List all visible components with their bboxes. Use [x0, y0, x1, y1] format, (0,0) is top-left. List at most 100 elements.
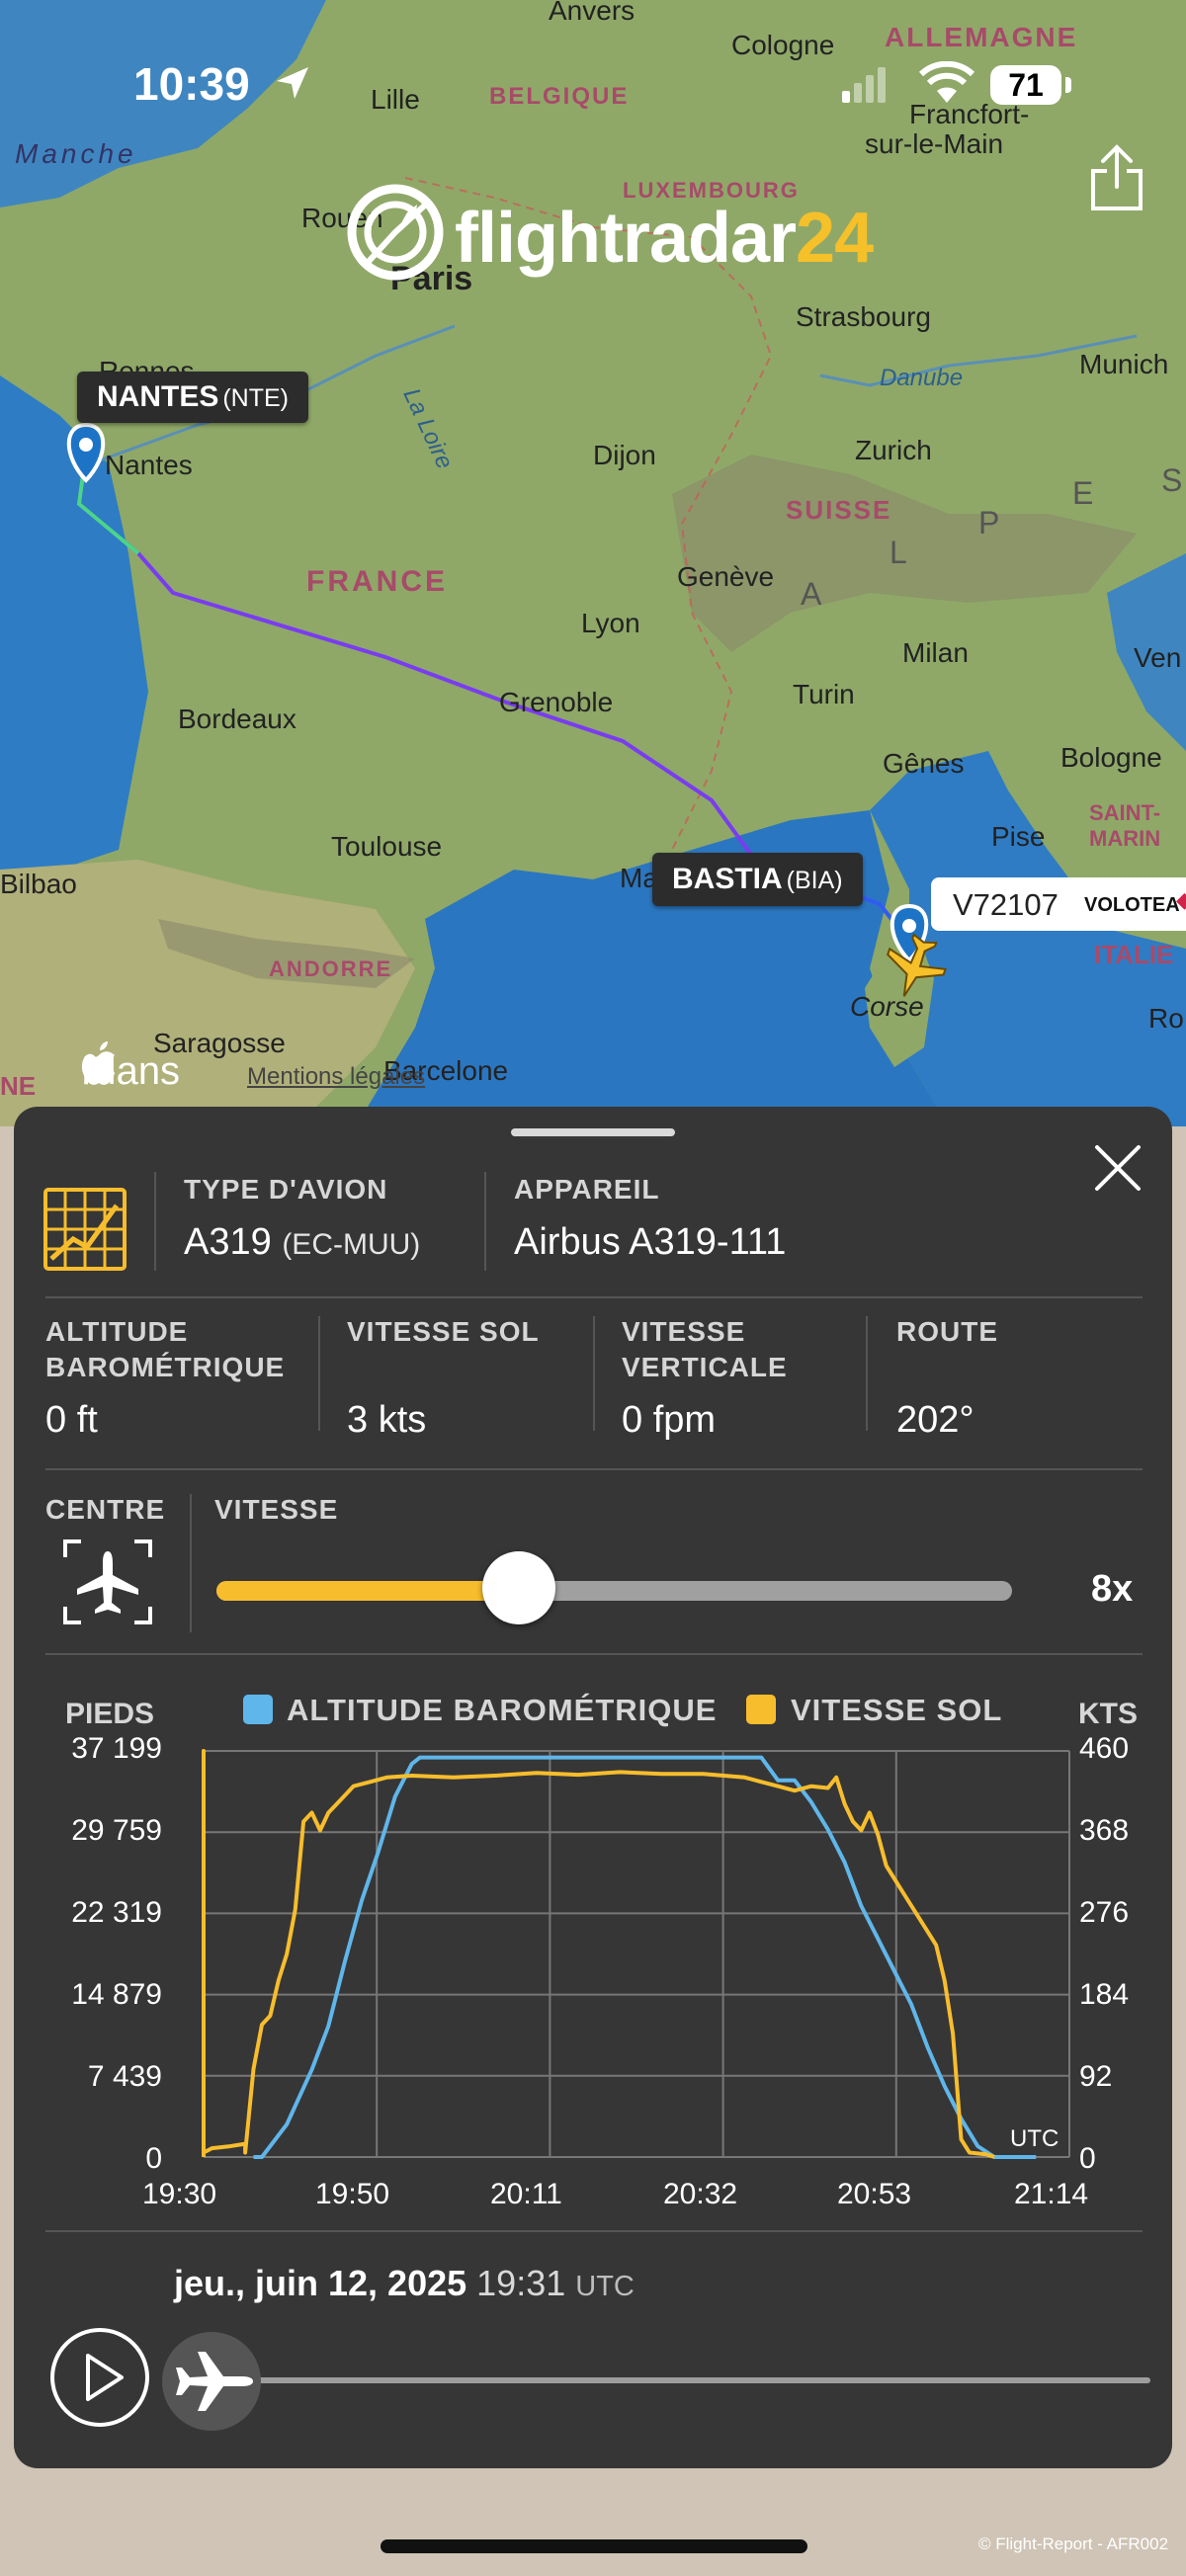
place-label: Manche	[15, 138, 137, 169]
place-label: Turin	[793, 679, 855, 709]
divider	[190, 1494, 192, 1632]
logo-text: flightradar	[455, 199, 797, 278]
playback-speed-slider[interactable]	[216, 1551, 1012, 1624]
flight-label[interactable]: V72107 VOLOTEA ◆	[931, 877, 1186, 931]
y-tick-left: 14 879	[71, 1978, 162, 2011]
slider-fill	[216, 1581, 519, 1601]
divider	[154, 1172, 156, 1271]
y-tick-right: 0	[1079, 2142, 1096, 2175]
stat-label: ALTITUDE BAROMÉTRIQUE	[45, 1316, 286, 1382]
place-label: Zurich	[855, 435, 932, 465]
divider	[45, 2230, 1143, 2232]
location-arrow-icon	[277, 67, 308, 99]
flight-callsign: V72107	[953, 887, 1059, 922]
status-time: 10:39	[133, 58, 250, 110]
flight-profile-chart[interactable]: UTC	[202, 1749, 1071, 2159]
playback-timeline[interactable]	[241, 2377, 1150, 2383]
place-label: Genève	[677, 561, 774, 592]
destination-label[interactable]: BASTIA (BIA)	[652, 853, 863, 906]
play-button[interactable]	[50, 2328, 149, 2427]
flightradar-logo-icon	[347, 184, 444, 281]
place-label: Munich	[1079, 349, 1168, 379]
place-label: Toulouse	[331, 831, 442, 862]
place-label: Cologne	[731, 30, 834, 60]
place-label: Danube	[880, 365, 963, 391]
divider	[484, 1172, 486, 1271]
legend-ground-speed: VITESSE SOL	[791, 1693, 1003, 1727]
timeline-aircraft-icon	[176, 2352, 253, 2411]
place-label: Ro	[1148, 1003, 1184, 1034]
aircraft-registration: (EC-MUU)	[282, 1228, 421, 1261]
divider	[45, 1468, 1143, 1470]
timeline-knob[interactable]	[162, 2332, 261, 2431]
copyright: © Flight-Report - AFR002	[978, 2534, 1169, 2553]
signal-wifi-icons	[842, 61, 975, 103]
airline-logo-icon: ◆	[1176, 887, 1186, 912]
y-tick-right: 184	[1079, 1978, 1130, 2011]
battery-nub	[1065, 77, 1071, 93]
origin-label[interactable]: NANTES (NTE)	[77, 372, 308, 423]
aircraft-type-icon	[43, 1188, 127, 1271]
place-label: ANDORRE	[269, 956, 392, 981]
divider	[318, 1316, 320, 1431]
divider	[45, 1653, 1143, 1655]
legend-swatch-altitude	[243, 1695, 273, 1724]
place-label: Gênes	[883, 748, 965, 779]
place-label: Nantes	[105, 450, 193, 480]
aircraft-type-value: A319 (EC-MUU)	[184, 1221, 420, 1264]
y-tick-left: 7 439	[87, 2060, 162, 2093]
place-label: Ven	[1134, 642, 1181, 673]
divider	[593, 1316, 595, 1431]
device-label: APPAREIL	[514, 1174, 660, 1205]
aircraft-type: A319	[184, 1221, 272, 1263]
destination-city: BASTIA	[672, 863, 783, 895]
maps-brand: Plans	[81, 1049, 181, 1093]
slider-knob[interactable]	[481, 1551, 555, 1624]
cellular-signal-icon	[842, 67, 886, 103]
center-label: CENTRE	[45, 1494, 166, 1525]
place-label: Lille	[371, 84, 420, 115]
place-label: ALLEMAGNE	[885, 22, 1077, 52]
x-tick: 21:14	[1014, 2178, 1089, 2210]
time-text: 19:31	[476, 2263, 566, 2303]
utc-note: UTC	[1010, 2125, 1059, 2152]
home-indicator[interactable]	[381, 2539, 807, 2553]
x-tick: 20:11	[490, 2178, 562, 2210]
center-aircraft-icon[interactable]	[61, 1537, 154, 1626]
stat-value: 3 kts	[347, 1399, 427, 1441]
map[interactable]: Anvers Cologne ALLEMAGNE Lille BELGIQUE …	[0, 0, 1186, 1126]
playback-date: jeu., juin 12, 2025 19:31 UTC	[174, 2263, 635, 2304]
legend-altitude: ALTITUDE BAROMÉTRIQUE	[287, 1693, 718, 1727]
stat-value: 0 ft	[45, 1399, 98, 1441]
place-label: P	[978, 505, 999, 540]
place-label: Anvers	[549, 0, 635, 26]
y-tick-right: 368	[1079, 1814, 1130, 1847]
airline-logo: VOLOTEA	[1084, 894, 1180, 916]
stat-label: ROUTE	[896, 1316, 998, 1347]
x-tick: 20:32	[663, 2178, 738, 2210]
place-label: FRANCE	[306, 565, 448, 598]
place-label: S	[1161, 462, 1182, 498]
place-label: NE	[0, 1071, 36, 1101]
battery-indicator: 71	[990, 65, 1061, 105]
right-axis-unit: KTS	[1078, 1698, 1138, 1730]
speed-label: VITESSE	[214, 1494, 339, 1525]
close-icon[interactable]	[1091, 1141, 1144, 1195]
x-tick: 19:30	[142, 2178, 217, 2210]
place-label: Lyon	[581, 608, 640, 638]
place-label: BELGIQUE	[489, 83, 629, 110]
place-label: SAINT-	[1089, 800, 1160, 825]
place-label: Bilbao	[0, 869, 77, 899]
place-label: E	[1072, 475, 1093, 511]
place-label: Dijon	[593, 440, 656, 470]
playback-speed-value: 8x	[1091, 1568, 1134, 1610]
place-label: sur-le-Main	[865, 128, 1003, 159]
timezone-text: UTC	[575, 2271, 635, 2302]
place-label: Bologne	[1060, 742, 1162, 773]
share-icon[interactable]	[1087, 143, 1146, 212]
drag-handle[interactable]	[511, 1128, 675, 1136]
origin-code: (NTE)	[222, 384, 289, 412]
place-label: A	[801, 576, 822, 612]
legal-link[interactable]: Mentions légales	[247, 1063, 425, 1091]
date-text: jeu., juin 12, 2025	[174, 2263, 467, 2303]
